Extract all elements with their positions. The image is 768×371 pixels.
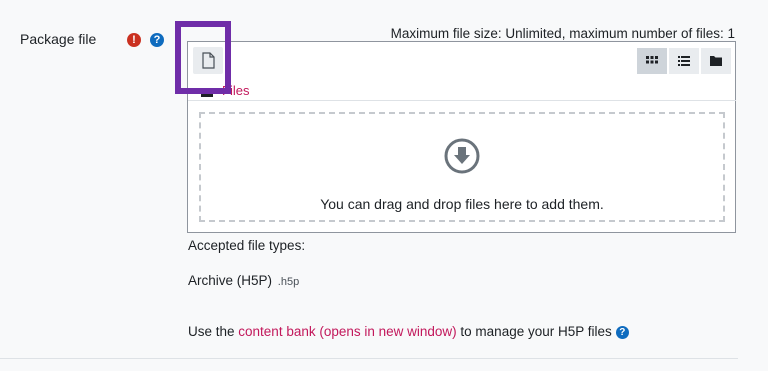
content-bank-link[interactable]: content bank (opens in new window): [238, 324, 456, 339]
help-icon[interactable]: ?: [615, 325, 629, 339]
grid-view-button[interactable]: [637, 48, 667, 74]
tree-view-button[interactable]: [701, 48, 731, 74]
type-extension: .h5p: [277, 276, 300, 288]
folder-view-icon: [710, 56, 722, 66]
view-switcher: [637, 48, 731, 74]
accepted-type: Archive (H5P) .h5p: [188, 273, 299, 288]
arrow-down-circle-icon: [444, 138, 480, 174]
content-bank-note: Use the content bank (opens in new windo…: [188, 324, 629, 339]
list-view-icon: [678, 56, 690, 66]
type-name: Archive (H5P): [188, 273, 273, 288]
list-view-button[interactable]: [669, 48, 699, 74]
max-file-info: Maximum file size: Unlimited, maximum nu…: [390, 26, 735, 41]
accepted-types-heading: Accepted file types:: [188, 238, 306, 253]
toolbar-divider: [188, 100, 736, 101]
help-icon[interactable]: ?: [150, 33, 164, 47]
grid-view-icon: [646, 56, 658, 64]
note-prefix: Use the: [188, 324, 239, 339]
drop-instructions: You can drag and drop files here to add …: [320, 196, 604, 212]
required-icon: !: [127, 33, 141, 47]
divider: [0, 358, 738, 359]
highlight-box: [175, 21, 231, 94]
field-label: Package file: [20, 31, 97, 47]
note-suffix: to manage your H5P files: [456, 324, 612, 339]
